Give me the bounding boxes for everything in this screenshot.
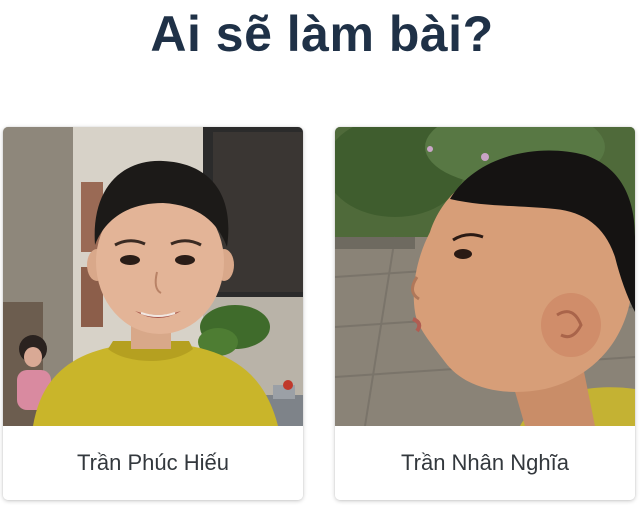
student-card-tran-phuc-hieu[interactable]: Trần Phúc Hiếu [3, 127, 303, 500]
student-name: Trần Phúc Hiếu [3, 426, 303, 500]
student-photo [335, 127, 635, 426]
student-photo [3, 127, 303, 426]
page-title: Ai sẽ làm bài? [150, 6, 494, 62]
student-card-tran-nhan-nghia[interactable]: Trần Nhân Nghĩa [335, 127, 635, 500]
student-name: Trần Nhân Nghĩa [335, 426, 635, 500]
